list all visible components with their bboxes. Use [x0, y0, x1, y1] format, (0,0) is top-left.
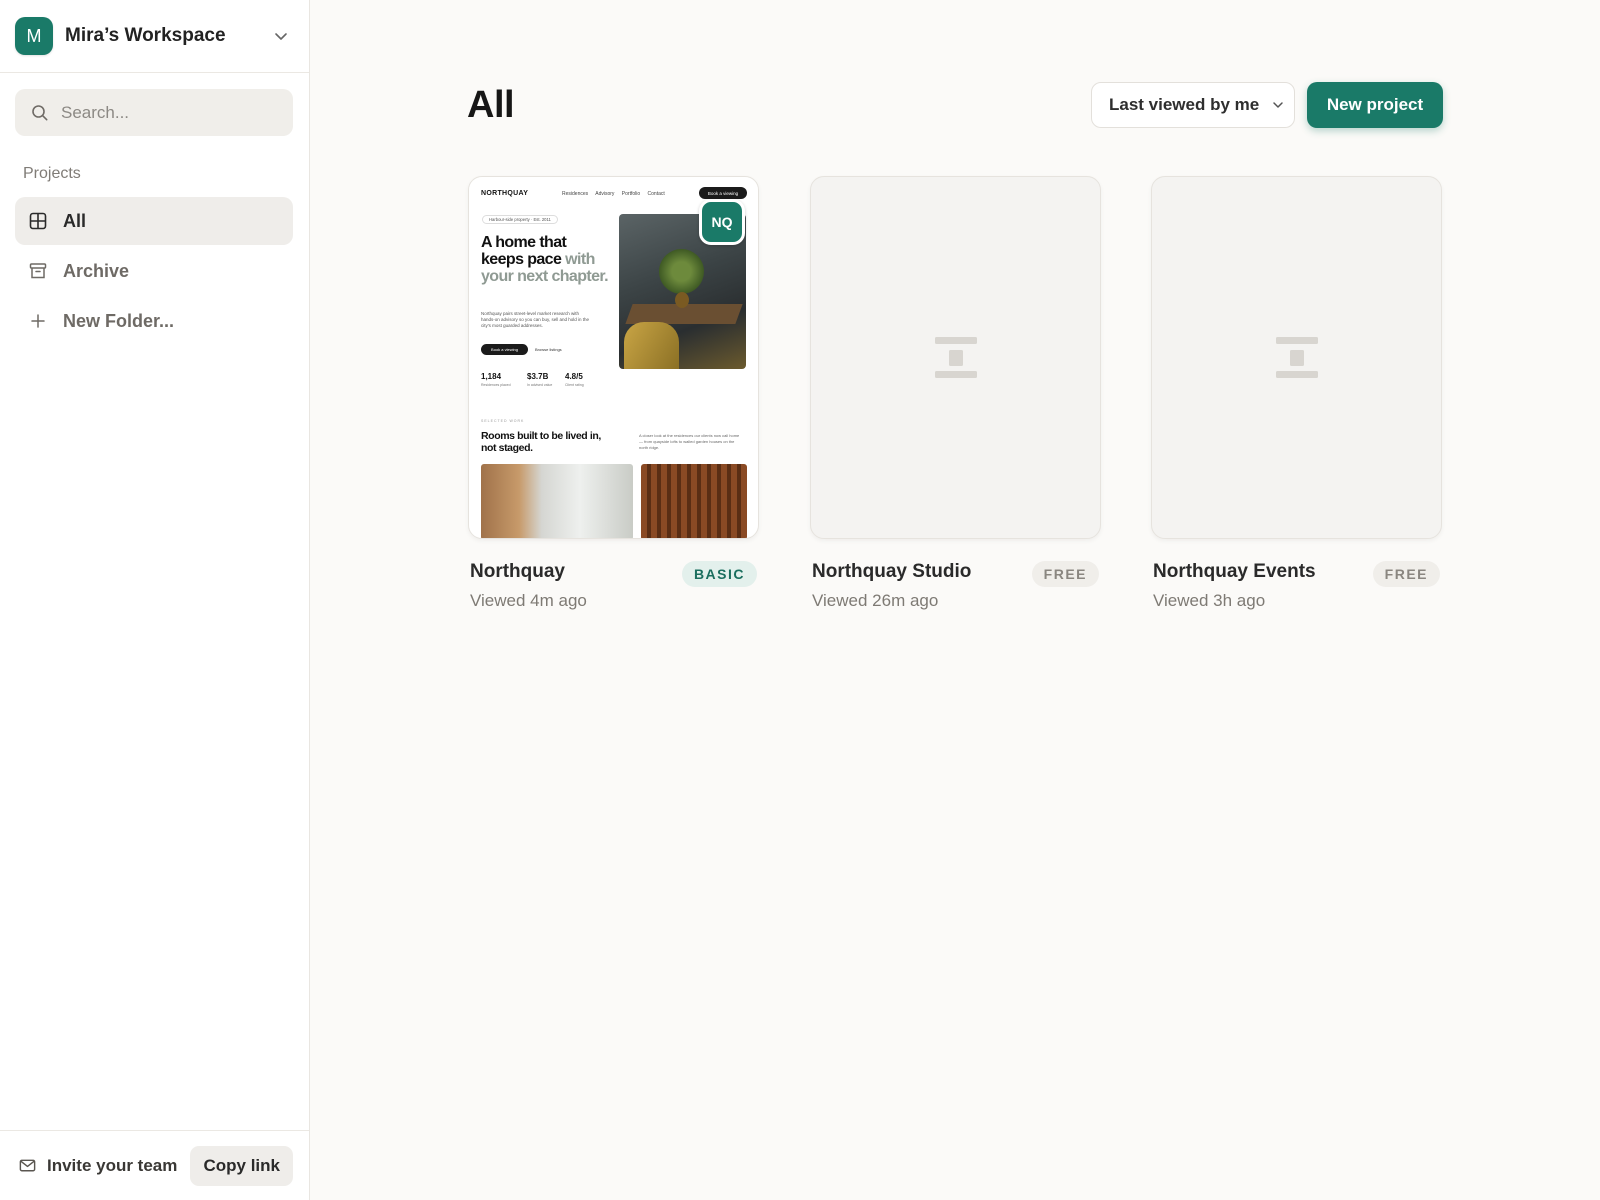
plan-badge: FREE: [1372, 561, 1440, 587]
sidebar-item-label: Archive: [63, 260, 130, 281]
new-project-button[interactable]: New project: [1307, 82, 1443, 128]
project-card-northquay[interactable]: NORTHQUAY Residences Advisory Portfolio …: [468, 176, 759, 610]
sidebar-item-archive[interactable]: Archive: [15, 247, 293, 295]
last-viewed: Viewed 26m ago: [812, 591, 939, 610]
sidebar-item-new-folder[interactable]: New Folder...: [15, 297, 293, 345]
project-thumbnail[interactable]: NORTHQUAY Residences Advisory Portfolio …: [468, 176, 759, 539]
sort-dropdown[interactable]: Last viewed by me: [1091, 82, 1295, 128]
preview-secondary-button: Browse listings: [535, 347, 562, 352]
stat-value: 4.8/5: [565, 372, 583, 381]
sidebar-item-label: New Folder...: [63, 310, 175, 331]
chevron-down-icon: [1273, 102, 1283, 108]
photo-chair: [624, 322, 679, 369]
sidebar: M Mira’s Workspace Projects All Archive …: [0, 0, 310, 1200]
invite-team-link[interactable]: Invite your team: [18, 1156, 190, 1176]
chevron-down-icon: [275, 33, 287, 40]
placeholder-logo-icon: [934, 336, 977, 378]
stat-label: Client rating: [565, 383, 584, 387]
project-name[interactable]: Northquay Events: [1153, 561, 1316, 583]
preview-stat: 1,184 Residences placed: [481, 372, 511, 387]
project-avatar: NQ: [699, 199, 745, 245]
preview-section-title: Rooms built to be lived in, not staged.: [481, 430, 601, 454]
search-input[interactable]: [61, 102, 261, 123]
workspace-switcher[interactable]: M Mira’s Workspace: [0, 0, 309, 73]
preview-section-body: A closer look at the residences our clie…: [639, 433, 740, 450]
grid-icon: [29, 212, 47, 230]
preview-nav: Residences Advisory Portfolio Contact: [562, 191, 665, 197]
card-meta: Northquay Studio FREE Viewed 26m ago: [810, 549, 1101, 610]
card-meta: Northquay Events FREE Viewed 3h ago: [1151, 549, 1442, 610]
sidebar-item-label: All: [63, 210, 87, 231]
plan-badge: BASIC: [681, 561, 757, 587]
sidebar-footer: Invite your team Copy link: [0, 1130, 309, 1200]
invite-label: Invite your team: [47, 1155, 178, 1175]
last-viewed: Viewed 3h ago: [1153, 591, 1266, 610]
project-card-northquay-events[interactable]: Northquay Events FREE Viewed 3h ago: [1151, 176, 1442, 610]
plus-icon: [31, 314, 45, 328]
project-thumbnail[interactable]: [1151, 176, 1442, 539]
project-name[interactable]: Northquay: [470, 561, 565, 583]
project-card-northquay-studio[interactable]: Northquay Studio FREE Viewed 26m ago: [810, 176, 1101, 610]
preview-kicker: SELECTED WORK: [481, 419, 525, 423]
search-box[interactable]: [15, 89, 293, 136]
workspace-avatar: M: [15, 17, 53, 55]
preview-body: Northquay pairs street-level market rese…: [481, 311, 589, 328]
plan-badge: FREE: [1031, 561, 1099, 587]
stat-value: $3.7B: [527, 372, 549, 381]
sort-label: Last viewed by me: [1109, 95, 1260, 114]
photo-plant: [659, 249, 704, 294]
preview-cta: Book a viewing: [699, 187, 747, 199]
preview-primary-button: Book a viewing: [481, 344, 528, 355]
preview-stat: $3.7B In advised value: [527, 372, 552, 387]
preview-wood-panel-photo: [641, 464, 747, 538]
preview-headline-a: A home that keeps pace: [481, 234, 567, 268]
preview-headline: A home that keeps pace with your next ch…: [481, 234, 611, 285]
search-icon: [32, 104, 48, 120]
stat-label: Residences placed: [481, 383, 511, 387]
site-preview: NORTHQUAY Residences Advisory Portfolio …: [469, 177, 758, 538]
project-name[interactable]: Northquay Studio: [812, 561, 971, 583]
copy-link-button[interactable]: Copy link: [190, 1145, 293, 1186]
preview-logo: NORTHQUAY: [481, 190, 529, 197]
last-viewed: Viewed 4m ago: [470, 591, 587, 610]
archive-icon: [29, 263, 47, 279]
preview-staircase-photo: [481, 464, 633, 538]
photo-vase: [675, 292, 689, 308]
mail-icon: [19, 1159, 36, 1172]
projects-section-label: Projects: [23, 165, 81, 182]
workspace-name: Mira’s Workspace: [65, 25, 226, 46]
preview-stat: 4.8/5 Client rating: [565, 372, 584, 387]
stat-value: 1,184: [481, 372, 502, 381]
stat-label: In advised value: [527, 383, 553, 387]
sidebar-item-all[interactable]: All: [15, 197, 293, 245]
placeholder-logo-icon: [1275, 336, 1318, 378]
preview-pill: Harbour-side property · Est. 2011: [482, 215, 558, 224]
project-thumbnail[interactable]: [810, 176, 1101, 539]
page-title: All: [467, 84, 515, 126]
card-meta: Northquay BASIC Viewed 4m ago: [468, 549, 759, 610]
